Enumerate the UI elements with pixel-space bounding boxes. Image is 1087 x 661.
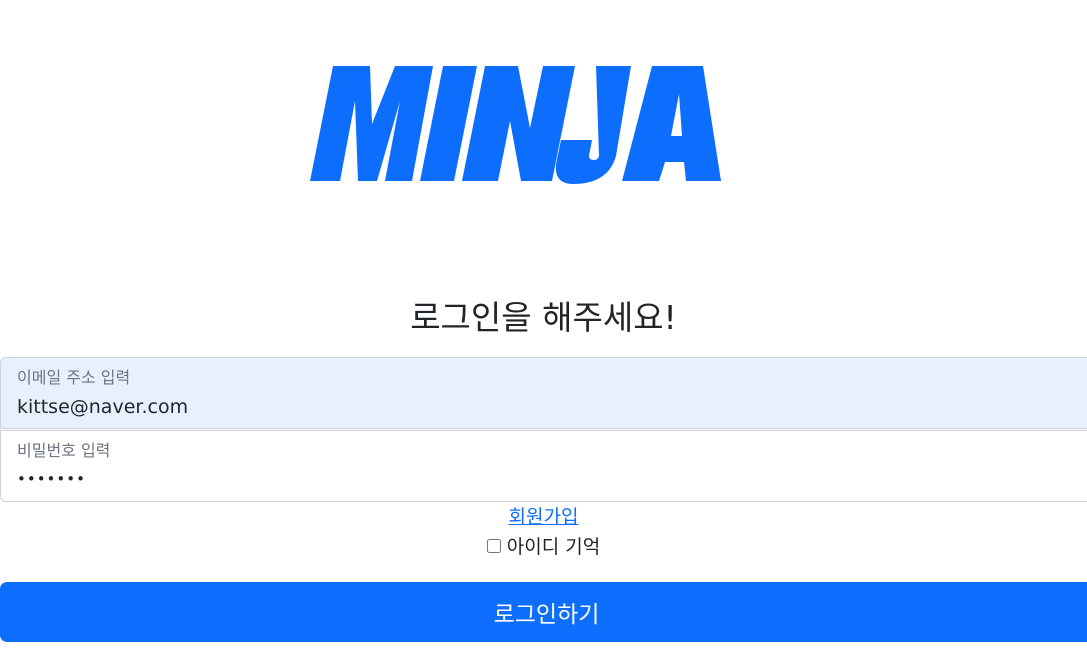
signup-link[interactable]: 회원가입	[509, 506, 579, 528]
minja-logo	[300, 56, 790, 196]
remember-id-label[interactable]: 아이디 기억	[507, 536, 600, 558]
remember-id-checkbox[interactable]	[486, 538, 501, 553]
password-input[interactable]: •••••••	[17, 466, 917, 492]
page-title: 로그인을 해주세요!	[410, 298, 677, 337]
login-button[interactable]: 로그인하기	[0, 582, 1087, 642]
email-input[interactable]	[17, 394, 917, 420]
remember-id-row: 아이디 기억	[0, 534, 1087, 560]
password-field[interactable]: 비밀번호 입력 •••••••	[0, 430, 1087, 502]
email-field[interactable]: 이메일 주소 입력	[0, 357, 1087, 429]
password-field-label: 비밀번호 입력	[17, 441, 111, 460]
login-page: 로그인을 해주세요! 이메일 주소 입력 비밀번호 입력 ••••••• 회원가…	[0, 0, 1087, 661]
signup-link-row: 회원가입	[0, 504, 1087, 530]
email-field-label: 이메일 주소 입력	[17, 368, 131, 387]
